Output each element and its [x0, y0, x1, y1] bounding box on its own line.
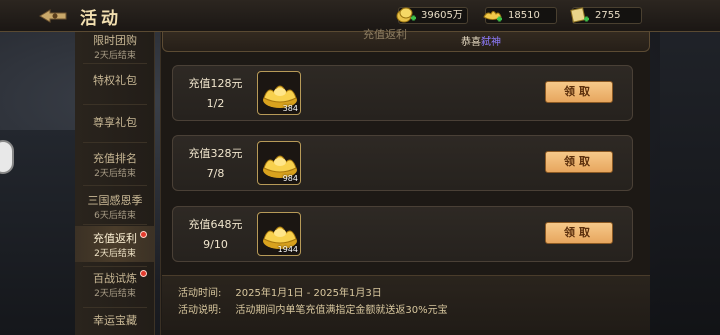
gold-ingot-icon	[482, 5, 504, 25]
banner-title: 充值返利	[363, 28, 407, 41]
back-icon[interactable]	[38, 8, 68, 24]
sidebar-item-hundred-battles[interactable]: 百战试炼 2天后结束	[75, 270, 154, 302]
sidebar-item-limited-group-buy[interactable]: 限时团购 2天后结束	[75, 32, 154, 61]
reward-progress: 9/10	[203, 238, 228, 251]
reward-label: 充值328元	[188, 147, 243, 160]
sidebar-item-recharge-rebate[interactable]: 充值返利 2天后结束	[75, 226, 154, 262]
sidebar-item-recharge-ranking[interactable]: 充值排名 2天后结束	[75, 150, 154, 180]
sidebar-item-privilege-pack[interactable]: 特权礼包	[75, 70, 154, 98]
activity-sidebar: 限时团购 2天后结束 特权礼包 尊享礼包 充值排名 2天后结束 三国感恩季 6天…	[75, 32, 155, 335]
activity-banner: 充值返利 恭喜弑神	[162, 28, 650, 52]
reward-label: 充值648元	[188, 218, 243, 231]
background-right	[660, 22, 720, 335]
claim-button[interactable]: 领取	[545, 222, 613, 244]
divider	[83, 63, 147, 64]
divider	[83, 307, 147, 308]
sidebar-item-premium-pack[interactable]: 尊享礼包	[75, 112, 154, 140]
divider	[83, 142, 147, 143]
claim-button[interactable]: 领取	[545, 81, 613, 103]
item-count: 984	[282, 174, 298, 183]
gold-coin-icon	[395, 5, 417, 25]
top-bar: 活动 39605万 18510 2755	[0, 0, 720, 32]
floating-side-button[interactable]	[0, 140, 14, 174]
resource-gold-ingots: 18510	[482, 5, 557, 25]
activity-time: 活动时间: 2025年1月1日 - 2025年1月3日	[178, 288, 382, 299]
reward-card: 充值128元 1/2 384 领取	[172, 65, 633, 121]
reward-progress: 7/8	[206, 167, 225, 180]
reward-item-slot[interactable]: 1944	[257, 212, 301, 256]
activity-info-footer: 活动时间: 2025年1月1日 - 2025年1月3日 活动说明: 活动期间内单笔充…	[162, 275, 650, 330]
reward-card: 充值648元 9/10 1944 领取	[172, 206, 633, 262]
notification-dot	[140, 270, 147, 277]
divider	[83, 104, 147, 105]
reward-progress: 1/2	[206, 97, 225, 110]
notification-dot	[140, 231, 147, 238]
announcement-marquee: 恭喜弑神	[461, 37, 501, 48]
reward-label: 充值128元	[188, 77, 243, 90]
item-count: 1944	[277, 245, 298, 254]
page-title: 活动	[80, 9, 122, 29]
claim-button[interactable]: 领取	[545, 151, 613, 173]
item-count: 384	[282, 104, 298, 113]
divider	[83, 266, 147, 267]
sidebar-item-thanksgiving[interactable]: 三国感恩季 6天后结束	[75, 192, 154, 222]
reward-item-slot[interactable]: 384	[257, 71, 301, 115]
divider	[83, 224, 147, 225]
resource-tickets: 2755	[569, 5, 642, 25]
ticket-icon	[569, 5, 591, 25]
activity-description: 活动说明: 活动期间内单笔充值满指定金额就送返30%元宝	[178, 305, 448, 316]
reward-item-slot[interactable]: 984	[257, 141, 301, 185]
sidebar-item-lucky-treasure[interactable]: 幸运宝藏	[75, 312, 154, 335]
divider	[83, 185, 147, 186]
resource-gold-coins: 39605万	[395, 5, 468, 25]
reward-card: 充值328元 7/8 984 领取	[172, 135, 633, 191]
